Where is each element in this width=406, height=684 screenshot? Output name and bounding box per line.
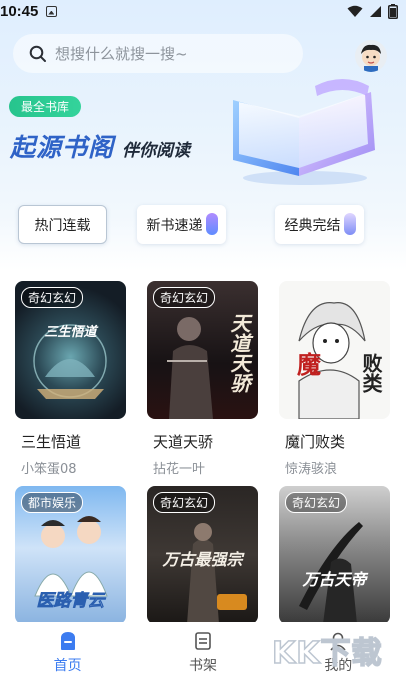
cover-title: 天道天骄: [227, 313, 251, 393]
gallery-notification-icon: [46, 5, 58, 17]
cover-title: 败类: [359, 353, 383, 393]
open-book-illustration: [233, 79, 375, 185]
book-cover: 魔 败类: [279, 281, 390, 419]
search-icon: [29, 45, 46, 62]
cover-art-character-icon: 魔: [297, 302, 366, 419]
chip-hot-serial[interactable]: 热门连载: [18, 205, 107, 244]
book-card[interactable]: 奇幻玄幻 三生悟道 三生悟道 小笨蛋08: [15, 281, 126, 477]
book-cover: 奇幻玄幻 万古天帝: [279, 486, 390, 624]
genre-tag: 都市娱乐: [21, 492, 84, 513]
brand-slogan: 伴你阅读: [122, 141, 191, 161]
genre-tag: 奇幻玄幻: [285, 492, 348, 513]
cover-title: 三生悟道: [44, 325, 97, 340]
chip-classic-finished-label: 经典完结: [284, 217, 341, 234]
book-author: 小笨蛋08: [21, 462, 77, 477]
book-cover: 奇幻玄幻 天道天骄: [147, 281, 258, 419]
status-bar: 10:45: [0, 0, 406, 22]
cover-title: 万古天帝: [302, 570, 367, 589]
library-badge: 最全书库: [9, 96, 81, 117]
wifi-icon: [347, 5, 363, 17]
chip-new-books-label: 新书速递: [146, 217, 203, 234]
home-icon: [60, 632, 75, 650]
cover-title: 万古最强宗: [162, 550, 243, 569]
brand-row: 起源书阁 伴你阅读: [10, 128, 190, 164]
cover-title: 医路青云: [36, 591, 105, 612]
genre-tag: 奇幻玄幻: [21, 287, 84, 308]
book-card[interactable]: 奇幻玄幻 万古最强宗: [147, 486, 258, 624]
book-card[interactable]: 魔 败类 魔门败类 惊涛骇浪: [279, 281, 390, 477]
book-author: 惊涛骇浪: [285, 462, 338, 477]
book-cover: 奇幻玄幻 三生悟道: [15, 281, 126, 419]
book-title: 三生悟道: [21, 433, 82, 451]
avatar-illustration-icon: [355, 40, 387, 72]
chip-classic-finished-deco-icon: [344, 213, 356, 235]
book-card[interactable]: 奇幻玄幻 万古天帝: [279, 486, 390, 624]
watermark-logo: KK下载: [271, 635, 383, 672]
chip-new-books-deco-icon: [206, 213, 218, 235]
search-bar[interactable]: 想搜什么就搜一搜~: [13, 34, 303, 73]
book-cover: 都市娱乐 医路青云: [15, 486, 126, 624]
search-placeholder: 想搜什么就搜一搜~: [55, 45, 188, 63]
svg-text:魔: 魔: [297, 351, 321, 379]
book-author: 拈花一叶: [153, 462, 206, 477]
bookshelf-icon: [195, 632, 211, 650]
genre-tag: 奇幻玄幻: [153, 492, 216, 513]
signal-icon: [370, 5, 381, 17]
nav-bookshelf[interactable]: 书架: [135, 622, 270, 684]
book-cover: 奇幻玄幻 万古最强宗: [147, 486, 258, 624]
nav-home-label: 首页: [53, 658, 82, 674]
chip-new-books[interactable]: 新书速递: [137, 205, 226, 244]
book-title: 天道天骄: [153, 433, 214, 451]
nav-home[interactable]: 首页: [0, 622, 135, 684]
brand-title: 起源书阁: [10, 133, 115, 162]
genre-tag: 奇幻玄幻: [153, 287, 216, 308]
battery-icon: [388, 3, 398, 19]
book-card[interactable]: 都市娱乐 医路青云: [15, 486, 126, 624]
chip-hot-serial-label: 热门连载: [34, 217, 91, 234]
book-card[interactable]: 奇幻玄幻 天道天骄 天道天骄 拈花一叶: [147, 281, 258, 477]
status-time: 10:45: [0, 2, 39, 20]
chip-classic-finished[interactable]: 经典完结: [275, 205, 364, 244]
nav-bookshelf-label: 书架: [188, 658, 217, 674]
book-title: 魔门败类: [285, 433, 346, 451]
avatar[interactable]: [355, 40, 387, 72]
